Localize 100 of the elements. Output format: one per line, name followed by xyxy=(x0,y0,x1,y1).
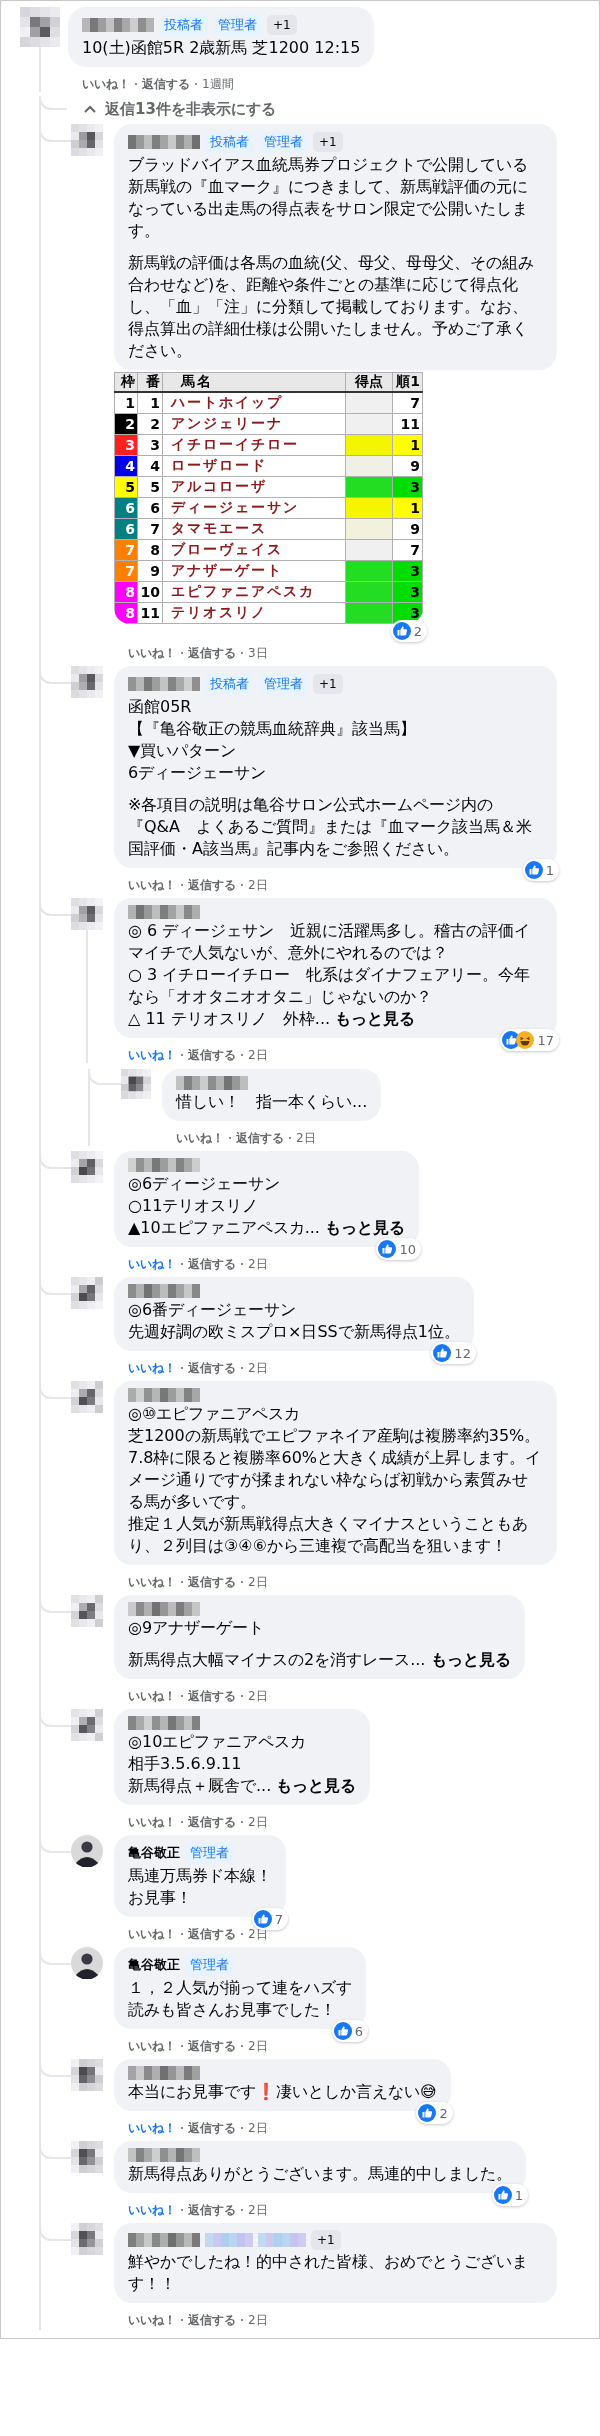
timestamp[interactable]: 2日 xyxy=(248,1573,268,1591)
avatar[interactable] xyxy=(71,1151,103,1183)
table-cell: 8 xyxy=(137,539,163,561)
blurred-badge xyxy=(205,2233,253,2247)
reply-link[interactable]: 返信する xyxy=(188,2201,236,2219)
timestamp[interactable]: 2日 xyxy=(248,876,268,894)
timestamp[interactable]: 2日 xyxy=(248,1255,268,1273)
avatar[interactable] xyxy=(71,666,103,698)
horse-name-cell: テリオスリノ xyxy=(162,602,346,624)
reaction-badge[interactable]: 1 xyxy=(491,2184,528,2206)
author-name[interactable]: 亀谷敬正 xyxy=(128,1844,180,1862)
reply-link[interactable]: 返信する xyxy=(188,2037,236,2055)
timestamp[interactable]: 2日 xyxy=(248,2311,268,2329)
timestamp[interactable]: 2日 xyxy=(248,1813,268,1831)
timestamp[interactable]: 1週間 xyxy=(202,75,234,93)
avatar[interactable] xyxy=(71,1381,103,1413)
avatar[interactable] xyxy=(71,2141,103,2173)
comment-text: 芝1200の新馬戦でエピファネイア産駒は複勝率約35%。7.8枠に限ると複勝率60%と大きく成績が上昇します。イメージ通りですが揉まれない枠ならば初戦から素質みせる馬が多いです。 xyxy=(128,1425,542,1513)
like-link[interactable]: いいね！ xyxy=(128,1046,176,1064)
comment-text: ◎6番ディージェーサン xyxy=(128,1299,298,1321)
like-link[interactable]: いいね！ xyxy=(128,1255,176,1273)
comment-text: 新馬得点大幅マイナスの2を消すレース... もっと見る xyxy=(128,1649,511,1671)
blurred-name xyxy=(128,1388,200,1402)
reaction-badge[interactable]: 2 xyxy=(416,2102,453,2124)
see-more-link[interactable]: もっと見る xyxy=(430,1650,511,1669)
comment-text: ◎⑩エピファニアペスカ xyxy=(128,1403,302,1425)
author-name[interactable]: 亀谷敬正 xyxy=(128,1956,180,1974)
like-link[interactable]: いいね！ xyxy=(128,2201,176,2219)
timestamp[interactable]: 2日 xyxy=(248,2201,268,2219)
timestamp[interactable]: 2日 xyxy=(248,1046,268,1064)
table-cell: 3 xyxy=(137,434,163,456)
like-link[interactable]: いいね！ xyxy=(128,876,176,894)
avatar[interactable] xyxy=(71,1835,103,1867)
reaction-badge[interactable]: 6 xyxy=(331,2020,368,2042)
horse-name-cell: エピファニアペスカ xyxy=(162,581,346,603)
see-more-link[interactable]: もっと見る xyxy=(335,1009,416,1028)
timestamp[interactable]: 2日 xyxy=(248,1687,268,1705)
reaction-badge[interactable]: 2 xyxy=(390,620,427,642)
reaction-count: 7 xyxy=(274,1911,283,1927)
timestamp[interactable]: 2日 xyxy=(248,2119,268,2137)
comment-text: 鮮やかでしたね！的中された皆様、おめでとうございます！！ xyxy=(128,2251,529,2295)
reply-link[interactable]: 返信する xyxy=(188,1813,236,1831)
timestamp[interactable]: 2日 xyxy=(296,1129,316,1147)
comment-text: ブラッドバイアス血統馬券プロジェクトで公開している新馬戦の『血マーク』につきまして、新馬戦評価の元になっている出走馬の得点表をサロン限定で公開いたします。 xyxy=(128,154,529,242)
like-link[interactable]: いいね！ xyxy=(128,644,176,662)
avatar[interactable] xyxy=(71,2059,103,2091)
see-more-link[interactable]: もっと見る xyxy=(276,1776,357,1795)
like-link[interactable]: いいね！ xyxy=(128,1573,176,1591)
comment-text: ◎9アナザーゲート xyxy=(128,1617,266,1639)
see-more-link[interactable]: もっと見る xyxy=(325,1218,405,1237)
like-link[interactable]: いいね！ xyxy=(176,1129,224,1147)
reply-link[interactable]: 返信する xyxy=(188,2119,236,2137)
reply-link[interactable]: 返信する xyxy=(188,1359,236,1377)
comment-text: ▲10エピファニアペスカ... もっと見る xyxy=(128,1217,405,1239)
like-icon xyxy=(524,861,543,879)
comment-text: 新馬得点＋厩舎で... もっと見る xyxy=(128,1775,357,1797)
avatar[interactable] xyxy=(71,1709,103,1741)
like-link[interactable]: いいね！ xyxy=(128,1813,176,1831)
comment-text: 6ディージェーサン xyxy=(128,762,268,784)
frame-cell: 8 xyxy=(114,602,138,624)
reaction-badge[interactable]: 7 xyxy=(251,1908,288,1930)
avatar[interactable] xyxy=(71,124,103,156)
reply-link[interactable]: 返信する xyxy=(188,1573,236,1591)
like-link[interactable]: いいね！ xyxy=(128,2037,176,2055)
comment-text: 読みも皆さんお見事でした！ xyxy=(128,1999,337,2021)
reply-link[interactable]: 返信する xyxy=(236,1129,284,1147)
like-link[interactable]: いいね！ xyxy=(128,1359,176,1377)
reply-link[interactable]: 返信する xyxy=(188,1255,236,1273)
like-icon xyxy=(378,1240,397,1258)
role-badge: 管理者 xyxy=(185,1954,234,1976)
reply-link[interactable]: 返信する xyxy=(188,1046,236,1064)
reply-link[interactable]: 返信する xyxy=(142,75,190,93)
avatar[interactable] xyxy=(71,1947,103,1979)
reply-link[interactable]: 返信する xyxy=(188,1925,236,1943)
timestamp[interactable]: 3日 xyxy=(248,644,268,662)
like-link[interactable]: いいね！ xyxy=(128,2311,176,2329)
avatar[interactable] xyxy=(121,1069,151,1099)
timestamp[interactable]: 2日 xyxy=(248,2037,268,2055)
like-link[interactable]: いいね！ xyxy=(128,1687,176,1705)
reply-link[interactable]: 返信する xyxy=(188,644,236,662)
hide-replies-button[interactable]: 返信13件を非表示にする xyxy=(83,100,276,119)
table-cell: 10 xyxy=(137,581,163,603)
reaction-badge[interactable]: 1 xyxy=(522,859,559,881)
reply-link[interactable]: 返信する xyxy=(188,876,236,894)
reaction-badge[interactable]: 10 xyxy=(376,1238,421,1260)
avatar[interactable] xyxy=(71,1595,103,1627)
timestamp[interactable]: 2日 xyxy=(248,1359,268,1377)
like-link[interactable]: いいね！ xyxy=(128,1925,176,1943)
reply-link[interactable]: 返信する xyxy=(188,2311,236,2329)
reaction-badge[interactable]: 12 xyxy=(431,1342,476,1364)
like-link[interactable]: いいね！ xyxy=(82,75,130,93)
reply-link[interactable]: 返信する xyxy=(188,1687,236,1705)
like-link[interactable]: いいね！ xyxy=(128,2119,176,2137)
avatar[interactable] xyxy=(71,2223,103,2255)
reaction-badge[interactable]: 17 xyxy=(500,1029,559,1051)
column-header: 得点 xyxy=(345,372,393,392)
avatar[interactable] xyxy=(71,1277,103,1309)
role-badge: 投稿者 xyxy=(159,14,208,36)
frame-cell: 1 xyxy=(114,392,138,414)
frame-cell: 8 xyxy=(114,581,138,603)
